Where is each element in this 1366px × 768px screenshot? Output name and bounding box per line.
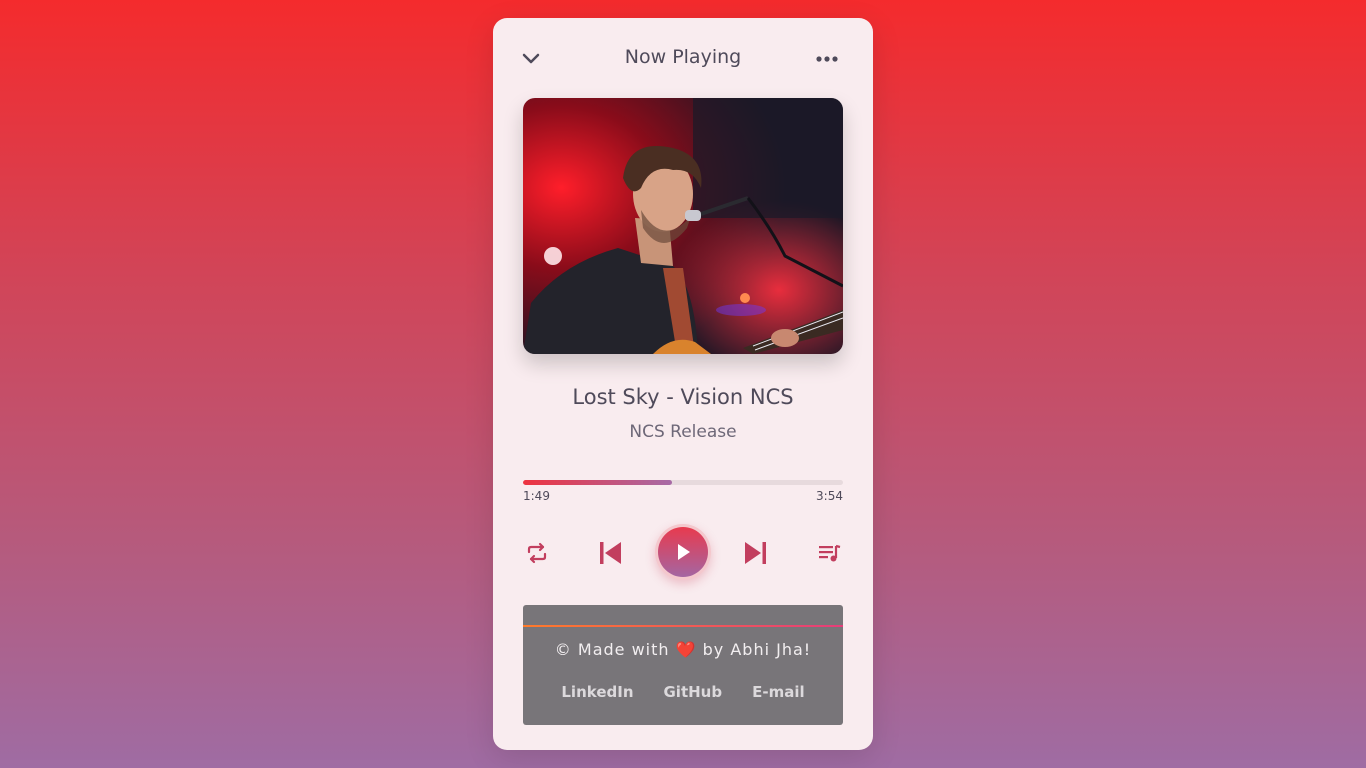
player-header: Now Playing [493,18,873,98]
progress-fill [523,480,672,485]
album-art [523,98,843,354]
link-github[interactable]: GitHub [664,683,723,701]
link-linkedin[interactable]: LinkedIn [561,683,633,701]
playlist-icon[interactable] [812,536,846,570]
skip-previous-icon[interactable] [593,536,627,570]
play-icon [658,527,708,577]
heart-icon: ❤️ [675,640,697,659]
footer-divider [523,625,843,627]
current-time: 1:49 [523,489,550,503]
credits-footer: © Made with ❤️ by Abhi Jha! LinkedIn Git… [523,605,843,725]
song-title: Lost Sky - Vision NCS [572,385,794,409]
artist-name: NCS Release [629,422,737,442]
repeat-icon[interactable] [520,536,554,570]
more-dots-icon[interactable] [815,48,839,70]
player-card: Now Playing Lost Sky - Vision NCS NCS Re… [493,18,873,750]
skip-next-icon[interactable] [739,536,773,570]
link-email[interactable]: E-mail [752,683,805,701]
credits-prefix: © Made with [554,640,670,659]
play-button[interactable] [655,524,711,580]
credits-suffix: by Abhi Jha! [702,640,812,659]
credits-text: © Made with ❤️ by Abhi Jha! [523,640,843,659]
footer-links: LinkedIn GitHub E-mail [523,683,843,701]
progress-bar[interactable] [523,480,843,485]
total-time: 3:54 [816,489,843,503]
